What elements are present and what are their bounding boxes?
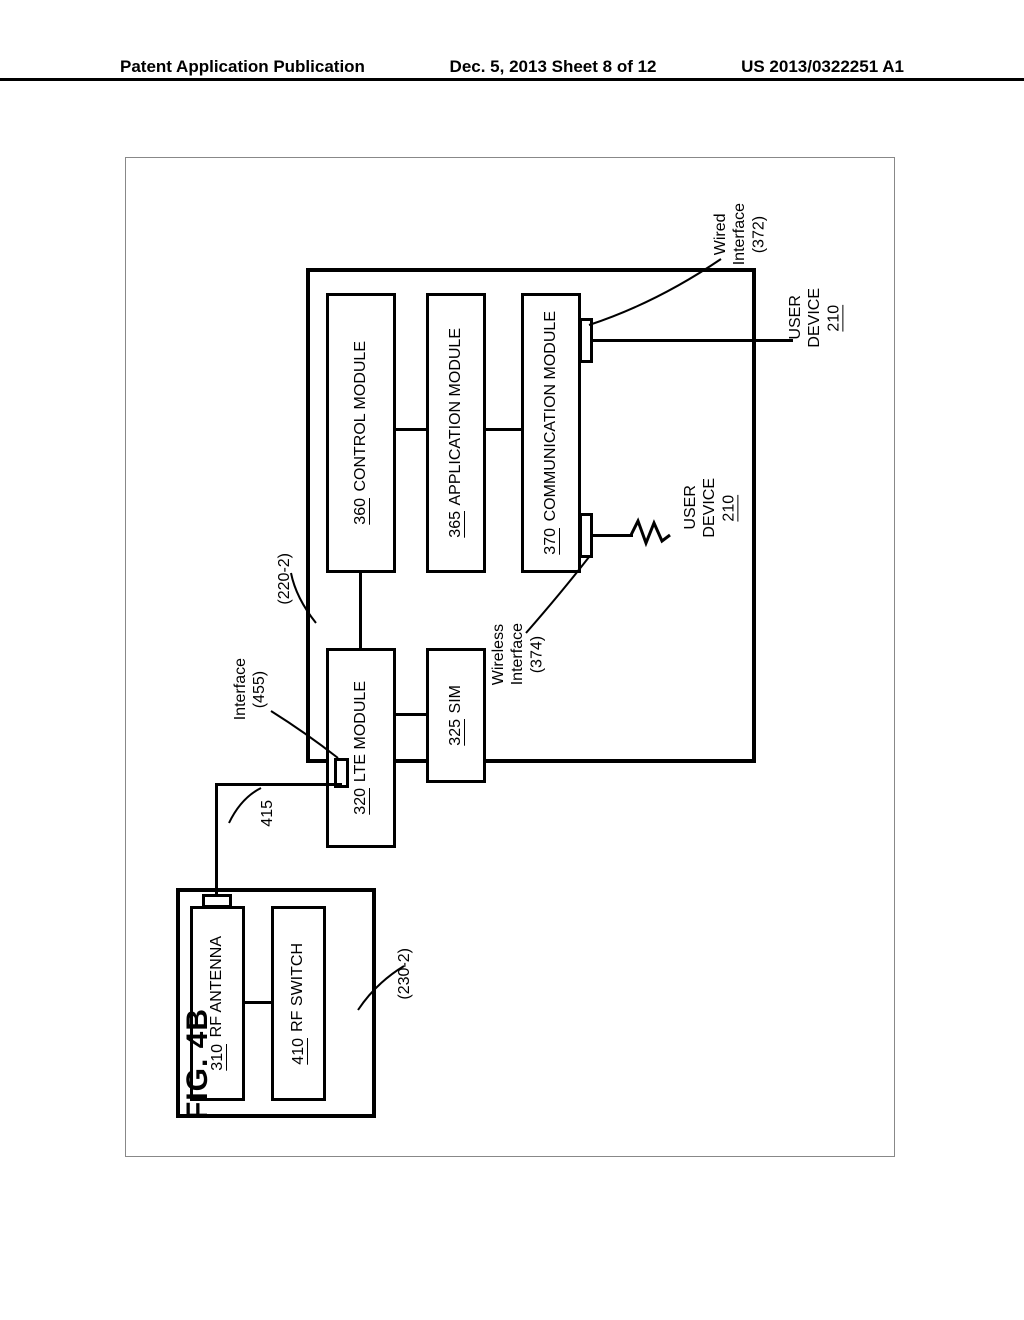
header-left: Patent Application Publication: [120, 57, 365, 77]
header-right: US 2013/0322251 A1: [741, 57, 904, 77]
rf-switch-label: RF SWITCH: [288, 943, 309, 1032]
header-center: Dec. 5, 2013 Sheet 8 of 12: [450, 57, 657, 77]
sim-box: SIM 325: [426, 648, 486, 783]
wired-iface-ref: (372): [750, 215, 767, 252]
interface-ref: (455): [251, 670, 268, 707]
wireless-icon: [626, 513, 676, 558]
application-module-ref: 365: [447, 511, 465, 538]
cable-ref-label: 415: [259, 800, 277, 827]
leader-455: [266, 703, 346, 763]
indoor-ref-label: (220-2): [276, 553, 294, 605]
diagram-frame: RF ANTENNA 310 RF SWITCH 410 LTE MODULE …: [125, 157, 895, 1157]
user-device-lower-ref: 210: [720, 494, 737, 521]
user-device-upper-ref: 210: [825, 304, 842, 331]
user-device-upper-text: USER DEVICE: [787, 288, 823, 348]
wire-cable-vert: [215, 786, 218, 894]
sim-ref: 325: [447, 719, 465, 746]
rf-switch-ref: 410: [290, 1038, 308, 1065]
wired-iface-text: Wired Interface: [712, 203, 748, 265]
rf-switch-box: RF SWITCH 410: [271, 906, 326, 1101]
lte-module-label: LTE MODULE: [351, 681, 372, 782]
wire-rfant-rfswitch: [245, 1001, 271, 1004]
wireless-iface-ref: (374): [528, 635, 545, 672]
lte-module-ref: 320: [352, 788, 370, 815]
wireless-iface-text: Wireless Interface: [490, 623, 526, 685]
wire-lte-sim: [396, 713, 426, 716]
wire-ctrl-app: [396, 428, 426, 431]
communication-module-ref: 370: [542, 528, 560, 555]
diagram: RF ANTENNA 310 RF SWITCH 410 LTE MODULE …: [126, 158, 894, 1156]
interface-text: Interface: [232, 658, 249, 720]
control-module-box: CONTROL MODULE 360: [326, 293, 396, 573]
sim-label: SIM: [446, 685, 467, 713]
wire-wired-out: [593, 339, 793, 342]
wired-interface-label: Wired Interface (372): [711, 203, 769, 265]
leader-372: [586, 253, 726, 333]
user-device-lower-text: USER DEVICE: [682, 478, 718, 538]
page: Patent Application Publication Dec. 5, 2…: [0, 0, 1024, 1320]
interface-455-label: Interface (455): [231, 658, 269, 720]
wire-lte-control: [359, 573, 362, 648]
application-module-label: APPLICATION MODULE: [446, 328, 467, 506]
communication-module-box: COMMUNICATION MODULE 370: [521, 293, 581, 573]
user-device-lower: USER DEVICE 210: [681, 478, 739, 538]
wireless-interface-port: [579, 513, 593, 558]
page-header: Patent Application Publication Dec. 5, 2…: [0, 78, 1024, 101]
outdoor-port: [202, 894, 232, 908]
wireless-interface-label: Wireless Interface (374): [489, 623, 547, 685]
wire-app-comm: [486, 428, 521, 431]
application-module-box: APPLICATION MODULE 365: [426, 293, 486, 573]
control-module-ref: 360: [352, 498, 370, 525]
figure-label: FIG. 4B: [181, 1008, 215, 1120]
communication-module-label: COMMUNICATION MODULE: [541, 311, 562, 521]
outdoor-ref-label: (230-2): [396, 948, 414, 1000]
control-module-label: CONTROL MODULE: [351, 341, 372, 492]
user-device-upper: USER DEVICE 210: [786, 288, 844, 348]
